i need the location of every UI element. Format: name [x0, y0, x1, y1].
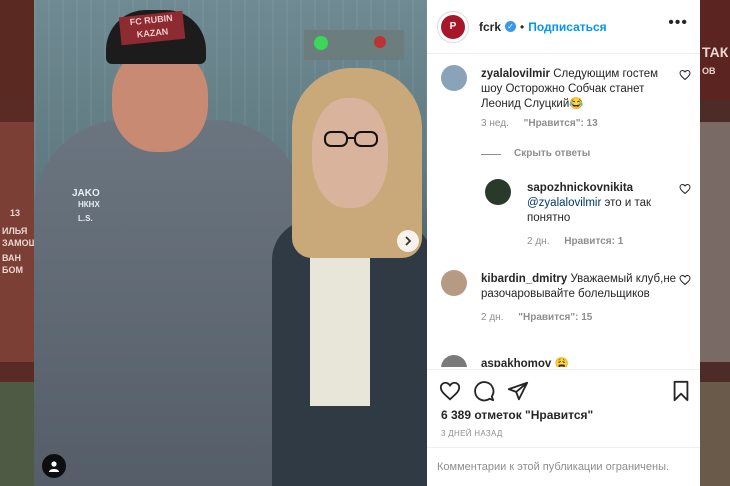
jacket-brand: JAKO — [72, 188, 100, 199]
background-text: ИЛЬЯ — [2, 226, 28, 236]
post-modal: FC RUBIN KAZAN JAKO НКНХ L.S. Р fcrk ✓ •… — [34, 0, 700, 486]
commenter-avatar[interactable] — [441, 355, 467, 367]
jacket-initials: L.S. — [78, 214, 93, 223]
follow-button[interactable]: Подписаться — [528, 20, 606, 34]
reply-item: sapozhnickovnikita @zyalalovilmir это и … — [485, 179, 691, 249]
commenter-avatar[interactable] — [485, 179, 511, 205]
post-sidepanel: Р fcrk ✓ • Подписаться ••• zyalalovilmir… — [427, 0, 700, 486]
comment-likes[interactable]: "Нравится": 13 — [524, 118, 598, 129]
heart-icon[interactable] — [679, 69, 691, 81]
post-date[interactable]: 3 ДНЕЙ НАЗАД — [441, 429, 503, 438]
separator-dot: • — [520, 19, 525, 34]
comment-body: sapozhnickovnikita @zyalalovilmir это и … — [527, 181, 677, 249]
chevron-right-icon — [405, 236, 412, 246]
heart-icon[interactable] — [679, 274, 691, 286]
comment-body: kibardin_dmitry Уважаемый клуб,не разоча… — [481, 272, 681, 325]
commenter-avatar[interactable] — [441, 65, 467, 91]
like-heart-icon[interactable] — [439, 380, 461, 402]
comment-meta: 2 дн. Нравится: 1 — [527, 234, 677, 249]
comment-likes[interactable]: "Нравится": 15 — [518, 312, 592, 323]
background-text: ОВ — [702, 66, 716, 76]
action-icons — [439, 380, 691, 402]
club-emblem-icon: Р — [441, 14, 465, 39]
user-icon — [49, 461, 59, 472]
post-photo[interactable]: FC RUBIN KAZAN JAKO НКНХ L.S. — [34, 0, 427, 486]
comment-time[interactable]: 3 нед. — [481, 118, 509, 129]
background-left-strip: 13 ИЛЬЯ ЗАМОШН ВАН БОМ — [0, 0, 44, 486]
comment-username[interactable]: kibardin_dmitry — [481, 273, 567, 285]
background-text: 13 — [10, 208, 21, 218]
man-figure — [34, 120, 304, 486]
woman-face — [312, 98, 388, 208]
comment-item: aspakhomov 😩 — [441, 355, 691, 367]
heart-icon[interactable] — [679, 183, 691, 195]
background-text: ТАК — [702, 44, 729, 60]
comment-username[interactable]: aspakhomov — [481, 358, 551, 367]
more-options-button[interactable]: ••• — [668, 14, 688, 32]
comment-time[interactable]: 2 дн. — [527, 236, 549, 247]
comment-text: 😩 — [551, 358, 569, 367]
comment-mention[interactable]: @zyalalovilmir — [527, 197, 601, 209]
comment-bubble-icon[interactable] — [473, 380, 495, 402]
post-header: Р fcrk ✓ • Подписаться ••• — [427, 0, 700, 54]
comment-item: zyalalovilmir Следующим гостем шоу Остор… — [441, 65, 691, 145]
bookmark-icon[interactable] — [671, 380, 691, 402]
background-text: ВАН — [2, 253, 22, 263]
background-text: БОМ — [2, 265, 23, 275]
red-light — [374, 36, 386, 48]
jacket-sponsor: НКНХ — [78, 200, 100, 209]
commenter-avatar[interactable] — [441, 270, 467, 296]
background-right-strip: ТАК ОВ — [700, 0, 730, 486]
glasses-shape — [324, 131, 378, 147]
hide-replies-button[interactable]: Скрыть ответы — [514, 148, 590, 159]
comment-item: kibardin_dmitry Уважаемый клуб,не разоча… — [441, 270, 691, 350]
tagged-users-button[interactable] — [42, 454, 66, 478]
comment-username[interactable]: zyalalovilmir — [481, 68, 550, 80]
green-light — [314, 36, 328, 50]
post-actions: 6 389 отметок "Нравится" 3 ДНЕЙ НАЗАД Ко… — [427, 369, 700, 486]
replies-divider — [481, 154, 501, 155]
comments-list[interactable]: zyalalovilmir Следующим гостем шоу Остор… — [427, 55, 700, 367]
profile-avatar[interactable]: Р — [437, 10, 469, 43]
comments-limited-notice: Комментарии к этой публикации ограничены… — [427, 447, 700, 486]
likes-count[interactable]: 6 389 отметок "Нравится" — [441, 408, 593, 422]
comment-time[interactable]: 2 дн. — [481, 312, 503, 323]
comment-meta: 3 нед. "Нравится": 13 — [481, 116, 681, 131]
comment-body: zyalalovilmir Следующим гостем шоу Остор… — [481, 67, 681, 131]
comment-body: aspakhomov 😩 — [481, 357, 681, 367]
post-username[interactable]: fcrk — [479, 20, 501, 34]
next-photo-button[interactable] — [397, 230, 419, 252]
comment-meta: 2 дн. "Нравится": 15 — [481, 310, 681, 325]
comment-username[interactable]: sapozhnickovnikita — [527, 182, 633, 194]
comment-likes[interactable]: Нравится: 1 — [564, 236, 623, 247]
share-paper-plane-icon[interactable] — [507, 380, 529, 402]
verified-badge-icon: ✓ — [505, 21, 517, 32]
